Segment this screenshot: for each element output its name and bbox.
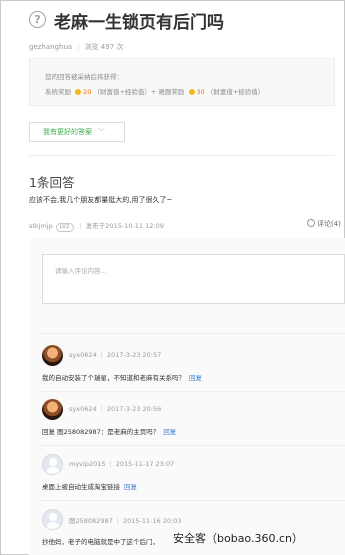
comment-toggle-link[interactable]: 评论(4)	[307, 219, 341, 229]
reply-link[interactable]: 回复	[189, 374, 202, 382]
asker-reward-amount: 30	[196, 88, 205, 96]
comment-text: 我的自动安装了个瑞星，不知道和老麻有关系吗？ 回复	[42, 374, 202, 382]
comment-user-line: 图258082987 | 2015-11-16 20:03	[69, 517, 182, 525]
system-reward-amount: 20	[83, 88, 92, 96]
comment-username[interactable]: myvip2015	[69, 460, 106, 468]
question-meta: gezhanghua | 浏览 497 次	[29, 43, 124, 51]
asker-name[interactable]: gezhanghua	[29, 43, 72, 51]
comment-text: 回复 图258082987：是老麻的主页吗？ 回复	[42, 428, 177, 436]
comment-text: 桌面上被自动生成淘宝链接 回复	[42, 483, 137, 491]
section-divider	[29, 155, 335, 156]
answer-text: 应该不会,我几个朋友都量挺大的,用了很久了~	[29, 196, 173, 204]
reward-details: 系统奖励 20 （财富值+经验值）+ 难题奖励 30 （财富值+经验值）	[45, 88, 265, 96]
view-count: 浏览 497 次	[84, 43, 124, 51]
comment-username[interactable]: 图258082987	[69, 517, 113, 525]
question-circle-icon: ?	[29, 11, 46, 28]
comment-date: 2015-11-16 20:03	[122, 517, 182, 525]
comment-user-line: syx0624 | 2017-3-23 20:56	[69, 405, 162, 413]
coin-icon	[75, 89, 82, 95]
comment-username[interactable]: syx0624	[69, 351, 97, 359]
comment-date: 2017-3-23 20:57	[106, 351, 162, 359]
reward-intro: 您的回答被采纳后将获得：	[45, 73, 123, 81]
question-title: 老麻一生锁页有后门吗	[54, 13, 224, 33]
level-badge: LV2	[55, 223, 74, 232]
answer-author[interactable]: stkjmjp	[29, 222, 53, 230]
comment-divider	[39, 333, 345, 334]
comment-divider	[39, 391, 345, 392]
reply-link[interactable]: 回复	[124, 483, 137, 491]
avatar[interactable]	[42, 454, 63, 475]
avatar[interactable]	[42, 345, 63, 366]
answer-date: 发布于2015-10-11 12:09	[85, 222, 164, 230]
comment-input[interactable]: 请输入评论内容...	[42, 254, 345, 304]
comment-text: 抄他妈，老子的电脑就是中了这个后门，	[42, 538, 159, 546]
chevron-down-icon: ﹀	[98, 128, 105, 136]
answers-count: 1条回答	[29, 175, 75, 190]
reply-link[interactable]: 回复	[163, 428, 176, 436]
better-answer-button[interactable]: 我有更好的答案 ﹀	[29, 122, 125, 142]
comment-divider	[39, 445, 345, 446]
watermark: 安全客（bobao.360.cn）	[173, 532, 303, 545]
reward-panel: 您的回答被采纳后将获得： 系统奖励 20 （财富值+经验值）+ 难题奖励 30 …	[29, 58, 335, 106]
avatar[interactable]	[42, 509, 63, 530]
avatar[interactable]	[42, 399, 63, 420]
coin-icon	[188, 89, 195, 95]
comment-user-line: myvip2015 | 2015-11-17 23:07	[69, 460, 175, 468]
comment-date: 2015-11-17 23:07	[115, 460, 175, 468]
comment-username[interactable]: syx0624	[69, 405, 97, 413]
comment-date: 2017-3-23 20:56	[106, 405, 162, 413]
comment-icon	[307, 219, 315, 227]
comment-divider	[39, 500, 345, 501]
answer-meta: stkjmjp LV2 | 发布于2015-10-11 12:09	[29, 222, 164, 232]
comment-user-line: syx0624 | 2017-3-23 20:57	[69, 351, 162, 359]
